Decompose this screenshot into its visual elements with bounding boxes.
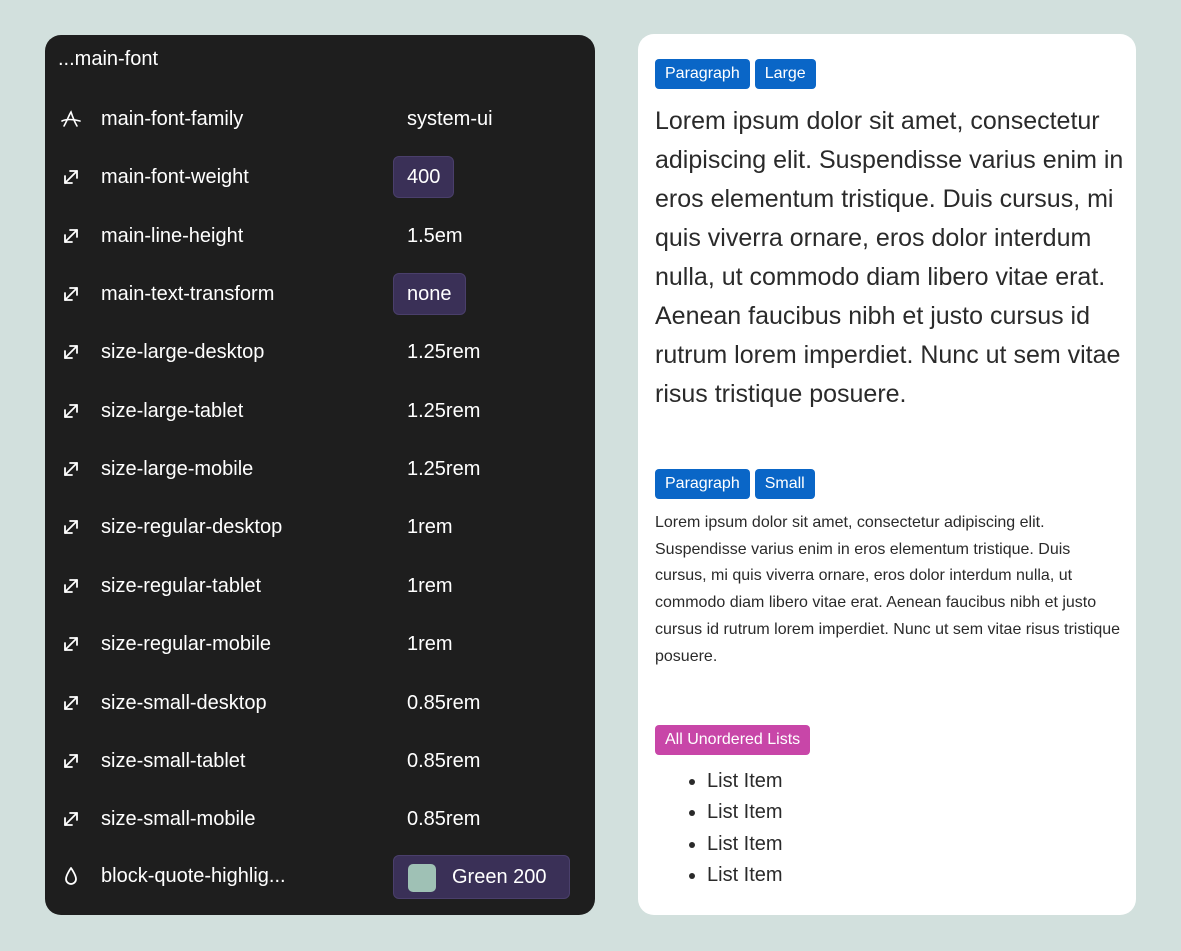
variable-row-size-small-desktop[interactable]: size-small-desktop 0.85rem bbox=[45, 684, 595, 724]
variable-row-size-regular-mobile[interactable]: size-regular-mobile 1rem bbox=[45, 625, 595, 665]
large-paragraph-tags: Paragraph Large bbox=[655, 59, 816, 89]
resize-arrow-icon bbox=[60, 341, 82, 363]
unordered-list: List Item List Item List Item List Item bbox=[655, 766, 783, 891]
variable-name: main-font-family bbox=[101, 108, 244, 130]
variable-name: size-regular-mobile bbox=[101, 633, 272, 656]
variable-name: main-line-height bbox=[101, 224, 244, 247]
variable-row-block-quote-highlight[interactable]: block-quote-highlig... Green 200 bbox=[45, 855, 595, 899]
variable-name: size-large-desktop bbox=[101, 341, 265, 364]
variable-row-main-font-weight[interactable]: main-font-weight 400 bbox=[45, 156, 595, 199]
list-item: List Item bbox=[707, 829, 783, 860]
small-paragraph-text: Lorem ipsum dolor sit amet, consectetur … bbox=[655, 514, 1121, 665]
variable-value: 0.85rem bbox=[407, 749, 481, 772]
resize-arrow-icon bbox=[60, 633, 82, 655]
large-paragraph-text: Lorem ipsum dolor sit amet, consectetur … bbox=[655, 107, 1124, 408]
variable-value: 1rem bbox=[407, 574, 453, 597]
resize-arrow-icon bbox=[60, 458, 82, 480]
variable-name: size-regular-tablet bbox=[101, 574, 262, 597]
variables-panel: ...main-font main-font-family system-ui ma… bbox=[45, 35, 595, 915]
font-family-icon bbox=[60, 108, 82, 130]
variable-name: main-text-transform bbox=[101, 283, 275, 306]
variable-value: 1.25rem bbox=[407, 399, 481, 422]
variable-row-size-regular-desktop[interactable]: size-regular-desktop 1rem bbox=[45, 508, 595, 548]
tag-all-unordered-lists[interactable]: All Unordered Lists bbox=[655, 725, 811, 755]
list-item: List Item bbox=[707, 797, 783, 828]
variable-row-main-font-family[interactable]: main-font-family system-ui bbox=[45, 100, 595, 140]
color-value-chip[interactable]: Green 200 bbox=[393, 855, 570, 899]
list-item: List Item bbox=[707, 860, 783, 891]
variable-value-chip[interactable]: 400 bbox=[393, 156, 455, 199]
preview-panel: Paragraph Large Lorem ipsum dolor sit am… bbox=[638, 34, 1136, 915]
variable-name: size-large-mobile bbox=[101, 458, 254, 481]
color-swatch bbox=[408, 864, 436, 892]
variable-value: 1.25rem bbox=[407, 458, 481, 481]
variable-value: 1rem bbox=[407, 516, 453, 539]
variable-value: 1.5em bbox=[407, 224, 463, 247]
resize-arrow-icon bbox=[60, 808, 82, 830]
variable-name: size-regular-desktop bbox=[101, 516, 283, 539]
variable-row-size-small-mobile[interactable]: size-small-mobile 0.85rem bbox=[45, 800, 595, 840]
variables-panel-title: ...main-font bbox=[58, 48, 159, 70]
resize-arrow-icon bbox=[60, 400, 82, 422]
variable-value-chip[interactable]: none bbox=[393, 273, 466, 316]
resize-arrow-icon bbox=[60, 692, 82, 714]
color-value-label: Green 200 bbox=[452, 866, 547, 888]
resize-arrow-icon bbox=[60, 283, 82, 305]
resize-arrow-icon bbox=[60, 516, 82, 538]
tag-large[interactable]: Large bbox=[754, 59, 816, 89]
variable-value: system-ui bbox=[407, 108, 493, 130]
resize-arrow-icon bbox=[60, 166, 82, 188]
resize-arrow-icon bbox=[60, 225, 82, 247]
variable-name: main-font-weight bbox=[101, 166, 249, 189]
variable-row-main-line-height[interactable]: main-line-height 1.5em bbox=[45, 217, 595, 257]
variable-name: block-quote-highlig... bbox=[101, 865, 286, 887]
list-item: List Item bbox=[707, 766, 783, 797]
variable-row-size-small-tablet[interactable]: size-small-tablet 0.85rem bbox=[45, 742, 595, 782]
variable-name: size-large-tablet bbox=[101, 399, 244, 422]
tag-paragraph[interactable]: Paragraph bbox=[655, 469, 750, 499]
variable-value: 0.85rem bbox=[407, 808, 481, 831]
droplet-icon bbox=[60, 865, 82, 887]
variable-row-size-large-mobile[interactable]: size-large-mobile 1.25rem bbox=[45, 450, 595, 490]
small-paragraph-tags: Paragraph Small bbox=[655, 469, 815, 499]
tag-paragraph[interactable]: Paragraph bbox=[655, 59, 750, 89]
list-tags: All Unordered Lists bbox=[655, 725, 811, 755]
variable-row-size-regular-tablet[interactable]: size-regular-tablet 1rem bbox=[45, 567, 595, 607]
variable-value: 0.85rem bbox=[407, 691, 481, 714]
variable-name: size-small-desktop bbox=[101, 691, 267, 714]
variable-value: 1.25rem bbox=[407, 341, 481, 364]
resize-arrow-icon bbox=[60, 750, 82, 772]
variable-value: 1rem bbox=[407, 633, 453, 656]
resize-arrow-icon bbox=[60, 575, 82, 597]
variable-row-main-text-transform[interactable]: main-text-transform none bbox=[45, 273, 595, 316]
variable-row-size-large-tablet[interactable]: size-large-tablet 1.25rem bbox=[45, 392, 595, 432]
canvas-background: ...main-font main-font-family system-ui ma… bbox=[0, 0, 1181, 951]
tag-small[interactable]: Small bbox=[754, 469, 815, 499]
variable-name: size-small-mobile bbox=[101, 808, 256, 831]
variable-row-size-large-desktop[interactable]: size-large-desktop 1.25rem bbox=[45, 333, 595, 373]
variable-name: size-small-tablet bbox=[101, 749, 246, 772]
